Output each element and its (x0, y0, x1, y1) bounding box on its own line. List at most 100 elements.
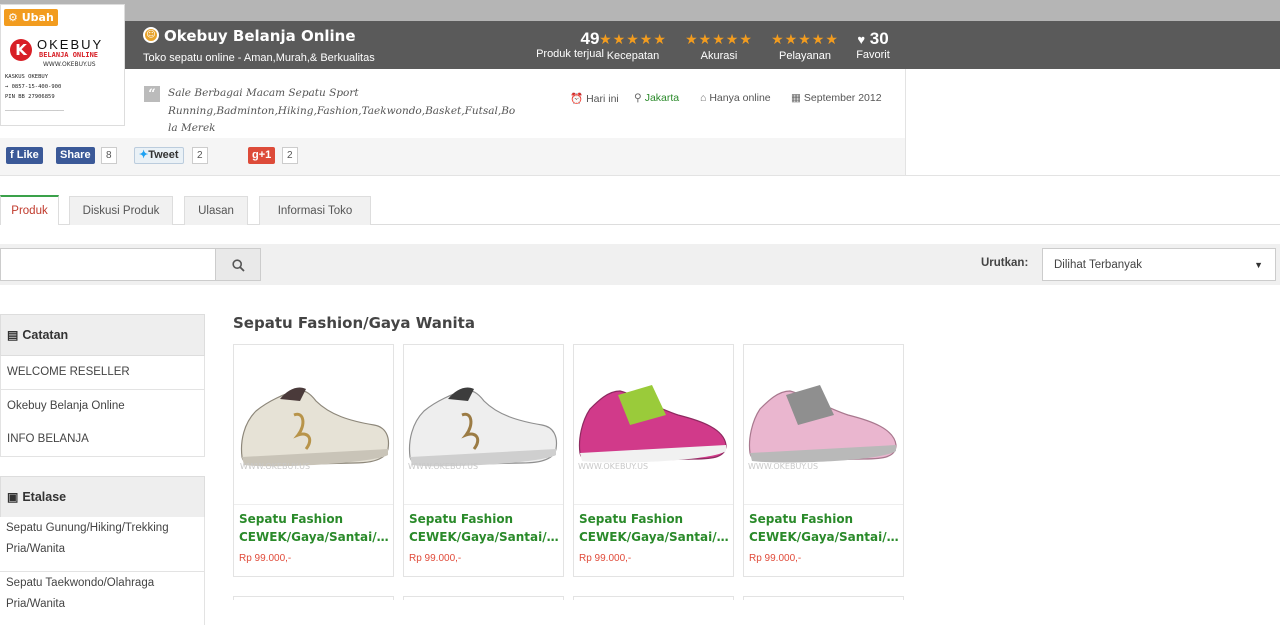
tab-informasi-toko[interactable]: Informasi Toko (259, 196, 371, 225)
caret-down-icon: ▼ (1254, 260, 1263, 270)
product-name-line: CEWEK/Gaya/Santai/Ja... (409, 530, 561, 544)
last-online-text: Hari ini (586, 93, 619, 105)
product-card[interactable]: WWW.OKEBUY.US Sepatu Fashion CEWEK/Gaya/… (403, 344, 564, 577)
store-info-right (905, 69, 1280, 175)
calendar-icon: ▦ (791, 92, 801, 104)
product-card-next-row[interactable] (573, 596, 734, 600)
product-name-line: CEWEK/Gaya/Santai/Ja... (239, 530, 391, 544)
product-card[interactable]: WWW.OKEBUY.US Sepatu Fashion CEWEK/Gaya/… (233, 344, 394, 577)
sort-selected-value: Dilihat Terbanyak (1054, 259, 1143, 271)
gear-icon: ⚙ (8, 11, 18, 24)
logo-info-line: PIN BB 27906859 (5, 94, 55, 100)
store-type: ⌂ Hanya online (700, 92, 771, 104)
sidebar-showcase-item[interactable]: Sepatu Taekwondo/Olahraga Pria/Wanita (0, 571, 205, 625)
sidebar-note-item[interactable]: INFO BELANJA (0, 423, 205, 457)
logo-fine-print: ──────────────────────────── (5, 109, 65, 113)
showcase-icon: ▣ (7, 490, 19, 504)
product-name[interactable]: Sepatu Fashion CEWEK/Gaya/Santai/Ja... (749, 510, 901, 546)
sidebar-note-item[interactable]: Okebuy Belanja Online (0, 390, 205, 424)
product-card[interactable]: WWW.OKEBUY.US Sepatu Fashion CEWEK/Gaya/… (573, 344, 734, 577)
product-image[interactable]: WWW.OKEBUY.US (744, 345, 903, 505)
home-icon: ⌂ (700, 92, 707, 104)
product-name-line: Sepatu Fashion (409, 512, 514, 526)
sort-label: Urutkan: (981, 257, 1029, 269)
location-pin-icon: ⚲ (634, 92, 642, 104)
product-card-next-row[interactable] (743, 596, 904, 600)
top-strip (0, 0, 1280, 21)
store-name[interactable]: Okebuy Belanja Online (164, 27, 356, 45)
location-text: Jakarta (644, 92, 680, 104)
search-input[interactable] (0, 248, 215, 281)
edit-logo-label: Ubah (21, 11, 54, 24)
sidebar-showcase-item[interactable]: Sepatu Gunung/Hiking/Trekking Pria/Wanit… (0, 517, 205, 571)
twitter-icon: ✦ (139, 149, 149, 161)
store-description: Sale Berbagai Macam Sepatu Sport Running… (168, 85, 518, 138)
product-card-next-row[interactable] (403, 596, 564, 600)
store-badge-icon: ☺ (143, 27, 159, 43)
store-location: ⚲ Jakarta (634, 92, 679, 104)
tab-diskusi-produk[interactable]: Diskusi Produk (69, 196, 173, 225)
tweet-button[interactable]: ✦Tweet (134, 147, 184, 164)
product-name[interactable]: Sepatu Fashion CEWEK/Gaya/Santai/Ja... (579, 510, 731, 546)
google-plus-button[interactable]: g+1 (248, 147, 276, 164)
product-image[interactable]: WWW.OKEBUY.US (574, 345, 733, 505)
facebook-like-button[interactable]: f Like (6, 147, 43, 164)
favorite-label: Favorit (856, 49, 890, 61)
showcase-line: Pria/Wanita (6, 543, 66, 555)
tweet-label: Tweet (148, 149, 179, 161)
edit-logo-button[interactable]: ⚙ Ubah (4, 9, 58, 26)
service-label: Pelayanan (779, 50, 831, 62)
like-label: Like (16, 149, 39, 161)
section-title: Sepatu Fashion/Gaya Wanita (233, 314, 475, 332)
logo-info-line: → 0857-15-400-900 (5, 84, 62, 90)
sidebar-note-item[interactable]: WELCOME RESELLER (0, 356, 205, 390)
quote-icon: “ (144, 86, 160, 102)
product-card-next-row[interactable] (233, 596, 394, 600)
description-line: Sale Berbagai Macam Sepatu Sport (168, 87, 359, 99)
google-plus-icon: g (252, 149, 259, 161)
gplus-label: +1 (258, 149, 272, 161)
stat-accuracy: ★★★★★ Akurasi (680, 29, 758, 63)
product-name[interactable]: Sepatu Fashion CEWEK/Gaya/Santai/Ja... (409, 510, 561, 546)
showcase-title: Etalase (22, 490, 67, 504)
product-image[interactable]: WWW.OKEBUY.US (234, 345, 393, 505)
showcase-line: Sepatu Gunung/Hiking/Trekking (6, 522, 169, 534)
stat-speed: ★★★★★ Kecepatan (594, 29, 672, 63)
search-button[interactable] (215, 248, 261, 281)
share-count: 8 (101, 147, 117, 164)
tab-produk[interactable]: Produk (0, 195, 59, 225)
sort-select[interactable]: Dilihat Terbanyak ▼ (1042, 248, 1276, 281)
speed-stars-icon: ★★★★★ (599, 31, 667, 47)
facebook-icon: f (10, 149, 14, 161)
heart-icon: ♥ (857, 32, 866, 47)
store-since: ▦ September 2012 (791, 92, 882, 104)
product-name-line: Sepatu Fashion (749, 512, 854, 526)
showcase-line: Sepatu Taekwondo/Olahraga (6, 577, 155, 589)
tweet-count: 2 (192, 147, 208, 164)
tab-ulasan[interactable]: Ulasan (184, 196, 248, 225)
product-name-line: Sepatu Fashion (579, 512, 684, 526)
product-card[interactable]: WWW.OKEBUY.US Sepatu Fashion CEWEK/Gaya/… (743, 344, 904, 577)
store-tagline: Toko sepatu online - Aman,Murah,& Berkua… (143, 52, 375, 64)
product-name-line: CEWEK/Gaya/Santai/Ja... (579, 530, 731, 544)
last-online: ⏰ Hari ini (570, 92, 619, 105)
logo-brand: OKEBUY (37, 37, 104, 52)
product-name[interactable]: Sepatu Fashion CEWEK/Gaya/Santai/Ja... (239, 510, 391, 546)
stat-service: ★★★★★ Pelayanan (766, 29, 844, 63)
accuracy-stars-icon: ★★★★★ (685, 31, 753, 47)
document-icon: ▤ (7, 328, 19, 342)
stat-favorite[interactable]: ♥ 30 Favorit (850, 29, 896, 62)
logo-brand-sub: BELANJA ONLINE (39, 51, 99, 59)
gplus-count: 2 (282, 147, 298, 164)
watermark-text: WWW.OKEBUY.US (408, 462, 478, 471)
logo-contact-info: KASKUS OKEBUY → 0857-15-400-900 PIN BB 2… (5, 72, 120, 102)
notes-title: Catatan (22, 328, 69, 342)
facebook-share-button[interactable]: Share (56, 147, 95, 164)
product-image[interactable]: WWW.OKEBUY.US (404, 345, 563, 505)
service-stars-icon: ★★★★★ (771, 31, 839, 47)
search-icon (232, 259, 245, 272)
product-price: Rp 99.000,- (239, 553, 292, 564)
favorite-count: 30 (869, 29, 889, 48)
showcase-line: Pria/Wanita (6, 598, 66, 610)
sidebar-notes-header: ▤ Catatan (0, 314, 205, 356)
